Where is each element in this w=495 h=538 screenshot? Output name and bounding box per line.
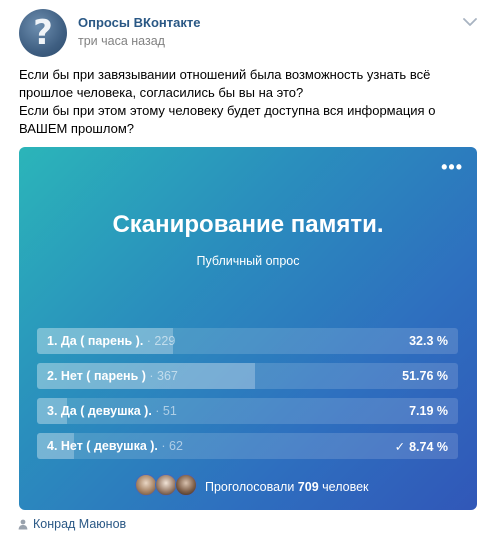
poll-option-percent-value: 32.3 %	[409, 334, 448, 348]
poll-option-text: 4. Нет ( девушка ).	[47, 439, 158, 453]
voters-summary[interactable]: Проголосовали 709 человек	[205, 480, 369, 494]
question-mark-icon: ?	[33, 13, 53, 53]
poll-option-percent: ✓ 8.74 %	[395, 439, 448, 454]
signer-name: Конрад Маюнов	[33, 517, 127, 531]
community-avatar[interactable]: ?	[19, 9, 67, 57]
check-icon: ✓	[394, 440, 406, 454]
post-text-line: Если бы при завязывании отношений была в…	[19, 67, 431, 100]
poll-option-label: 4. Нет ( девушка ). · 62	[47, 439, 183, 453]
post-text-line: Если бы при этом этому человеку будет до…	[19, 103, 436, 136]
post-time[interactable]: три часа назад	[78, 34, 165, 48]
poll-option-count: · 62	[161, 439, 183, 453]
poll-option-percent: 7.19 %	[409, 404, 448, 418]
poll-option-percent: 51.76 %	[402, 369, 448, 383]
poll-type: Публичный опрос	[196, 254, 300, 268]
poll-option-percent-value: 7.19 %	[409, 404, 448, 418]
poll-option[interactable]: 1. Да ( парень ). · 229 32.3 %	[37, 328, 458, 354]
poll-option-label: 1. Да ( парень ). · 229	[47, 334, 175, 348]
poll-option-label: 3. Да ( девушка ). · 51	[47, 404, 177, 418]
voter-avatar[interactable]	[155, 474, 177, 496]
poll-option[interactable]: 4. Нет ( девушка ). · 62 ✓ 8.74 %	[37, 433, 458, 459]
voter-avatar[interactable]	[135, 474, 157, 496]
poll-option[interactable]: 2. Нет ( парень ) · 367 51.76 %	[37, 363, 458, 389]
poll-option-percent: 32.3 %	[409, 334, 448, 348]
more-icon[interactable]: •••	[441, 157, 463, 178]
poll-title: Сканирование памяти.	[112, 211, 384, 238]
poll-option-count: · 367	[149, 369, 178, 383]
poll-option-text: 2. Нет ( парень )	[47, 369, 146, 383]
person-icon	[18, 519, 28, 529]
post-signer[interactable]: Конрад Маюнов	[18, 516, 126, 532]
post-text: Если бы при завязывании отношений была в…	[19, 66, 474, 138]
poll-option-percent-value: 8.74 %	[409, 440, 448, 454]
poll-card: ••• Сканирование памяти. Публичный опрос…	[19, 147, 477, 510]
poll-option-percent-value: 51.76 %	[402, 369, 448, 383]
poll-option-text: 1. Да ( парень ).	[47, 334, 144, 348]
voters-prefix: Проголосовали	[205, 480, 295, 494]
voter-avatar[interactable]	[175, 474, 197, 496]
chevron-down-icon[interactable]	[463, 17, 477, 27]
author-name[interactable]: Опросы ВКонтакте	[78, 15, 200, 30]
poll-option[interactable]: 3. Да ( девушка ). · 51 7.19 %	[37, 398, 458, 424]
voters-suffix: человек	[322, 480, 369, 494]
voters-count: 709	[297, 480, 319, 494]
post: ? Опросы ВКонтакте три часа назад Если б…	[0, 0, 495, 538]
poll-option-text: 3. Да ( девушка ).	[47, 404, 152, 418]
poll-option-count: · 51	[155, 404, 177, 418]
poll-option-label: 2. Нет ( парень ) · 367	[47, 369, 178, 383]
poll-option-count: · 229	[146, 334, 176, 348]
